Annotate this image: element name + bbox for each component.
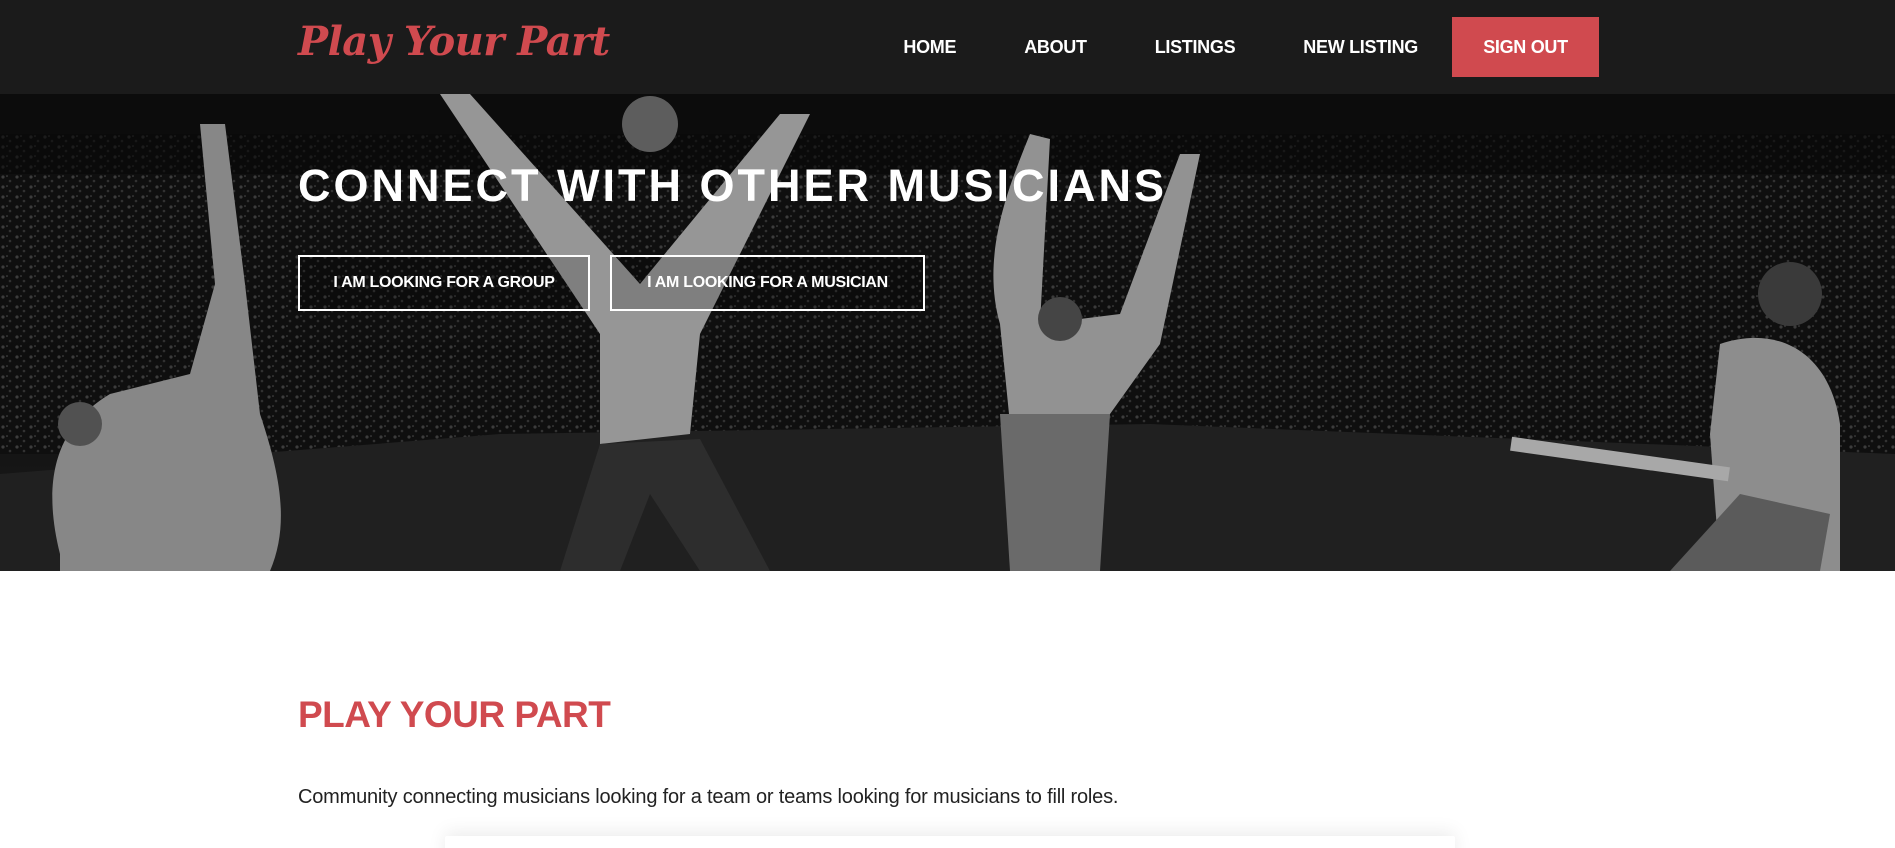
intro-heading: PLAY YOUR PART xyxy=(298,694,611,735)
navbar: Play Your Part HOME ABOUT LISTINGS NEW L… xyxy=(0,0,1895,94)
looking-for-musician-button[interactable]: I AM LOOKING FOR A MUSICIAN xyxy=(610,255,925,311)
hero-title: CONNECT WITH OTHER MUSICIANS xyxy=(298,160,1167,211)
content-card-edge xyxy=(445,836,1455,848)
sign-out-button[interactable]: SIGN OUT xyxy=(1452,17,1599,77)
nav-about-link[interactable]: ABOUT xyxy=(990,37,1121,58)
nav-home-link[interactable]: HOME xyxy=(869,37,990,58)
nav-listings-link[interactable]: LISTINGS xyxy=(1121,37,1270,58)
looking-for-group-button[interactable]: I AM LOOKING FOR A GROUP xyxy=(298,255,590,311)
main-nav: HOME ABOUT LISTINGS NEW LISTING SIGN OUT xyxy=(869,0,1599,94)
nav-new-listing-link[interactable]: NEW LISTING xyxy=(1269,37,1452,58)
brand-logo[interactable]: Play Your Part xyxy=(298,18,610,65)
hero-banner: CONNECT WITH OTHER MUSICIANS I AM LOOKIN… xyxy=(0,94,1895,571)
intro-description: Community connecting musicians looking f… xyxy=(298,786,1119,808)
